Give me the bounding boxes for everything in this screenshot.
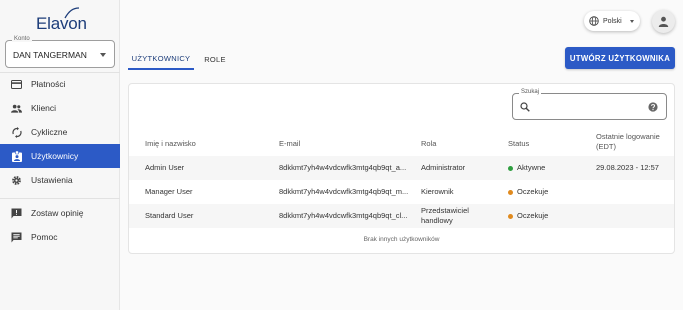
cell-email: 8dkkmt7yh4w4vdcwfk3mtg4qb9qt_a... bbox=[279, 163, 407, 172]
person-icon bbox=[658, 16, 669, 27]
empty-note: Brak innych użytkowników bbox=[363, 236, 440, 243]
status-badge: Oczekuje bbox=[508, 211, 548, 221]
sidebar-item-label: Użytkownicy bbox=[31, 151, 79, 161]
sidebar-item-help[interactable]: Pomoc bbox=[0, 225, 120, 249]
sidebar-item-customers[interactable]: Klienci bbox=[0, 96, 120, 120]
logo-swoosh-icon bbox=[64, 7, 80, 19]
credit-card-icon bbox=[11, 79, 22, 90]
status-badge: Aktywne bbox=[508, 163, 545, 173]
cell-role: Administrator bbox=[421, 163, 466, 172]
sidebar-item-label: Ustawienia bbox=[31, 175, 73, 185]
sidebar-item-label: Zostaw opinię bbox=[31, 208, 84, 218]
account-select[interactable]: Konto DAN TANGERMAN bbox=[5, 36, 115, 68]
help-icon[interactable] bbox=[648, 102, 658, 112]
chevron-down-icon bbox=[630, 20, 634, 23]
cell-role: Przedstawiciel handlowy bbox=[421, 206, 469, 225]
language-select[interactable]: Polski bbox=[584, 11, 640, 31]
status-dot-active bbox=[508, 165, 513, 171]
account-label: Konto bbox=[12, 36, 32, 42]
sidebar-item-label: Pomoc bbox=[31, 232, 58, 242]
cell-status: Aktywne bbox=[517, 163, 546, 172]
cell-email: 8dkkmt7yh4w4vdcwfk3mtg4qb9qt_m... bbox=[279, 187, 409, 196]
gear-icon bbox=[11, 175, 22, 186]
cell-last-login: 29.08.2023 - 12:57 bbox=[596, 163, 659, 172]
cell-name: Standard User bbox=[145, 211, 194, 220]
badge-icon bbox=[11, 150, 22, 162]
table-row[interactable]: Manager User 8dkkmt7yh4w4vdcwfk3mtg4qb9q… bbox=[129, 180, 674, 204]
user-avatar-button[interactable] bbox=[652, 10, 675, 33]
sidebar-item-label: Cykliczne bbox=[31, 127, 68, 137]
column-header-last-login[interactable]: Ostatnie logowanie (EDT) bbox=[596, 132, 671, 152]
table-row[interactable]: Standard User 8dkkmt7yh4w4vdcwfk3mtg4qb9… bbox=[129, 204, 674, 228]
sidebar-item-label: Klienci bbox=[31, 103, 57, 113]
search-field[interactable]: Szukaj bbox=[512, 89, 667, 120]
status-dot-pending bbox=[508, 189, 513, 195]
globe-icon bbox=[589, 16, 599, 26]
cell-name: Admin User bbox=[145, 163, 185, 172]
sidebar-item-payments[interactable]: Płatności bbox=[0, 72, 120, 96]
tab-users[interactable]: UŻYTKOWNICY bbox=[128, 48, 194, 70]
column-header-email[interactable]: E-mail bbox=[279, 139, 300, 149]
nav-divider bbox=[0, 198, 120, 199]
account-value: DAN TANGERMAN bbox=[13, 50, 87, 60]
elavon-logo[interactable]: Elavon bbox=[36, 7, 88, 34]
status-dot-pending bbox=[508, 213, 513, 219]
language-label: Polski bbox=[603, 17, 622, 25]
users-card: Szukaj Imię i nazwisko E-mail Rola Statu… bbox=[128, 83, 675, 254]
sidebar: Elavon Konto DAN TANGERMAN Płatności Kli… bbox=[0, 0, 120, 310]
sync-icon bbox=[11, 126, 22, 138]
cell-name: Manager User bbox=[145, 187, 193, 196]
sidebar-item-label: Płatności bbox=[31, 79, 66, 89]
search-label: Szukaj bbox=[519, 89, 542, 95]
column-header-status[interactable]: Status bbox=[508, 139, 529, 149]
table-row[interactable]: Admin User 8dkkmt7yh4w4vdcwfk3mtg4qb9qt_… bbox=[129, 156, 674, 180]
sidebar-item-users[interactable]: Użytkownicy bbox=[0, 144, 120, 168]
chevron-down-icon bbox=[100, 53, 106, 57]
feedback-icon bbox=[11, 208, 22, 219]
cell-status: Oczekuje bbox=[517, 187, 549, 196]
create-user-button[interactable]: UTWÓRZ UŻYTKOWNIKA bbox=[565, 47, 675, 69]
sidebar-item-feedback[interactable]: Zostaw opinię bbox=[0, 201, 120, 225]
column-header-role[interactable]: Rola bbox=[421, 139, 436, 149]
sidebar-item-settings[interactable]: Ustawienia bbox=[0, 168, 120, 192]
search-input[interactable] bbox=[535, 99, 643, 115]
cell-status: Oczekuje bbox=[517, 211, 549, 220]
column-header-name[interactable]: Imię i nazwisko bbox=[145, 139, 196, 149]
people-icon bbox=[11, 103, 22, 114]
help-chat-icon bbox=[11, 232, 22, 243]
status-badge: Oczekuje bbox=[508, 187, 548, 197]
tab-roles[interactable]: ROLE bbox=[198, 48, 232, 70]
search-icon bbox=[520, 102, 530, 112]
sidebar-item-recurring[interactable]: Cykliczne bbox=[0, 120, 120, 144]
cell-role: Kierownik bbox=[421, 187, 454, 196]
cell-email: 8dkkmt7yh4w4vdcwfk3mtg4qb9qt_cl... bbox=[279, 211, 408, 220]
